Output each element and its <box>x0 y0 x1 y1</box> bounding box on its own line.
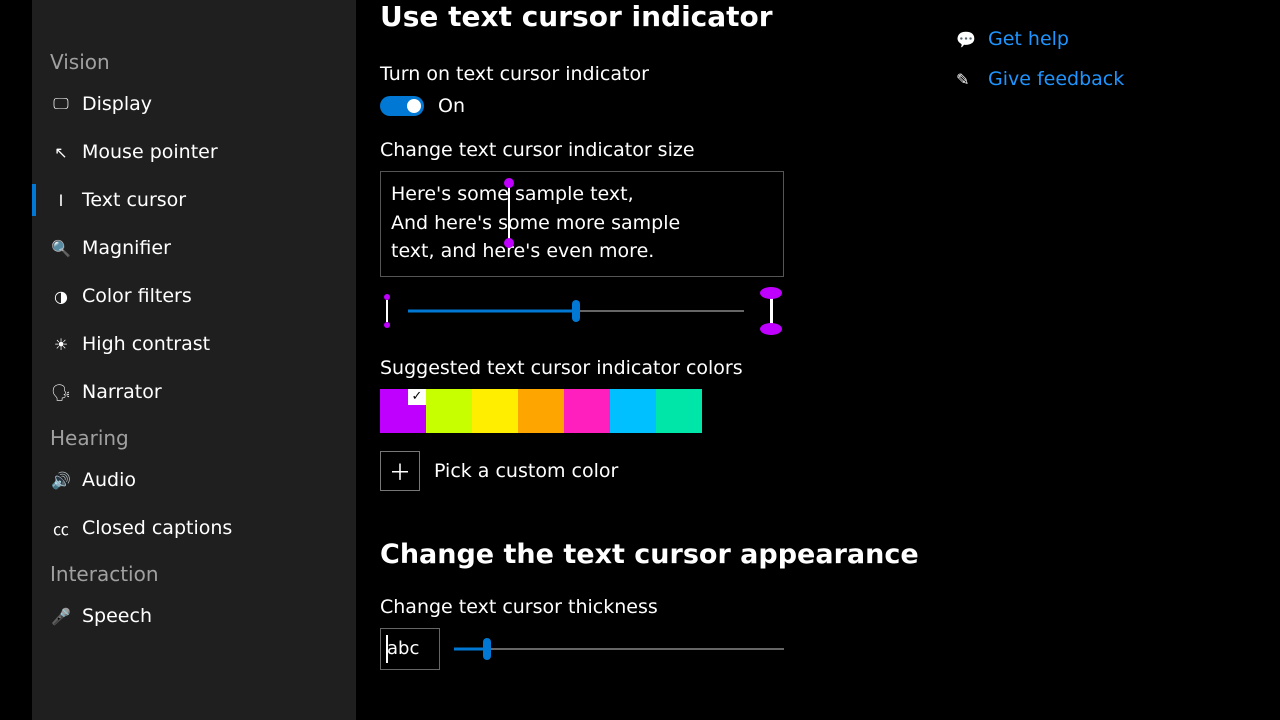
sidebar-section-title: Hearing <box>32 416 356 456</box>
audio-icon: 🔊 <box>50 471 72 490</box>
cc-icon: ㏄ <box>50 516 72 540</box>
help-rail: 💬 Get help ✎ Give feedback <box>956 28 1124 90</box>
size-min-icon <box>380 294 394 328</box>
thickness-preview: abc <box>380 628 440 670</box>
custom-color-button[interactable]: ＋ <box>380 451 420 491</box>
contrast-icon: ☀ <box>50 335 72 354</box>
color-swatch-1[interactable] <box>426 389 472 433</box>
sidebar-item-label: Speech <box>82 605 152 627</box>
magnifier-icon: 🔍 <box>50 239 72 258</box>
sidebar-item-speech[interactable]: 🎤 Speech <box>32 592 356 640</box>
color-swatch-2[interactable] <box>472 389 518 433</box>
get-help-link[interactable]: Get help <box>988 28 1069 50</box>
color-swatches: ✓ <box>380 389 1230 433</box>
sidebar-item-label: Audio <box>82 469 136 491</box>
sample-text-box: Here's some sample text, And here's some… <box>380 171 784 277</box>
sidebar-item-audio[interactable]: 🔊 Audio <box>32 456 356 504</box>
color-swatch-6[interactable] <box>656 389 702 433</box>
sidebar-section-title: Vision <box>32 40 356 80</box>
window-gutter-right <box>1230 0 1280 720</box>
indicator-size-slider[interactable] <box>408 299 744 323</box>
check-icon: ✓ <box>408 389 426 405</box>
color-swatch-3[interactable] <box>518 389 564 433</box>
color-swatch-5[interactable] <box>610 389 656 433</box>
cursor-indicator-toggle[interactable] <box>380 96 424 116</box>
color-swatch-4[interactable] <box>564 389 610 433</box>
settings-content: Use text cursor indicator Turn on text c… <box>356 0 1230 720</box>
thickness-preview-text: abc <box>387 638 419 659</box>
sample-line-3: text, and here's even more. <box>391 240 654 262</box>
sidebar-item-color-filters[interactable]: ◑ Color filters <box>32 272 356 320</box>
size-max-icon <box>758 287 784 335</box>
display-icon: 🖵 <box>50 94 72 114</box>
help-icon: 💬 <box>956 30 974 49</box>
textcursor-icon: Ⅰ <box>50 191 72 210</box>
sidebar-item-narrator[interactable]: 🗣 Narrator <box>32 368 356 416</box>
sidebar-item-label: Display <box>82 93 152 115</box>
sidebar-item-mouse-pointer[interactable]: ↖ Mouse pointer <box>32 128 356 176</box>
filters-icon: ◑ <box>50 287 72 306</box>
sample-cursor-indicator <box>508 184 510 242</box>
thickness-label: Change text cursor thickness <box>380 596 1230 618</box>
settings-sidebar: Vision 🖵 Display ↖ Mouse pointer Ⅰ Text cursor… <box>32 0 356 720</box>
sidebar-item-high-contrast[interactable]: ☀ High contrast <box>32 320 356 368</box>
sidebar-item-closed-captions[interactable]: ㏄ Closed captions <box>32 504 356 552</box>
speech-icon: 🎤 <box>50 607 72 626</box>
give-feedback-link[interactable]: Give feedback <box>988 68 1124 90</box>
sidebar-item-text-cursor[interactable]: Ⅰ Text cursor <box>32 176 356 224</box>
thickness-slider[interactable] <box>454 637 784 661</box>
sidebar-item-display[interactable]: 🖵 Display <box>32 80 356 128</box>
pointer-icon: ↖ <box>50 143 72 162</box>
plus-icon: ＋ <box>389 455 411 487</box>
sidebar-item-label: Text cursor <box>82 189 186 211</box>
sample-line-2: And here's some more sample <box>391 212 680 234</box>
sidebar-section-title: Interaction <box>32 552 356 592</box>
feedback-icon: ✎ <box>956 70 974 89</box>
window-gutter-left <box>0 0 32 720</box>
sidebar-item-magnifier[interactable]: 🔍 Magnifier <box>32 224 356 272</box>
sidebar-item-label: Narrator <box>82 381 162 403</box>
toggle-knob <box>407 99 421 113</box>
custom-color-label: Pick a custom color <box>434 460 618 482</box>
sidebar-item-label: Closed captions <box>82 517 232 539</box>
narrator-icon: 🗣 <box>50 383 72 402</box>
sidebar-item-label: High contrast <box>82 333 210 355</box>
color-swatch-0[interactable]: ✓ <box>380 389 426 433</box>
sidebar-item-label: Mouse pointer <box>82 141 218 163</box>
size-label: Change text cursor indicator size <box>380 139 1230 161</box>
sidebar-item-label: Color filters <box>82 285 192 307</box>
toggle-state-text: On <box>438 95 465 117</box>
colors-label: Suggested text cursor indicator colors <box>380 357 1230 379</box>
sidebar-item-label: Magnifier <box>82 237 171 259</box>
appearance-header: Change the text cursor appearance <box>380 539 1230 570</box>
